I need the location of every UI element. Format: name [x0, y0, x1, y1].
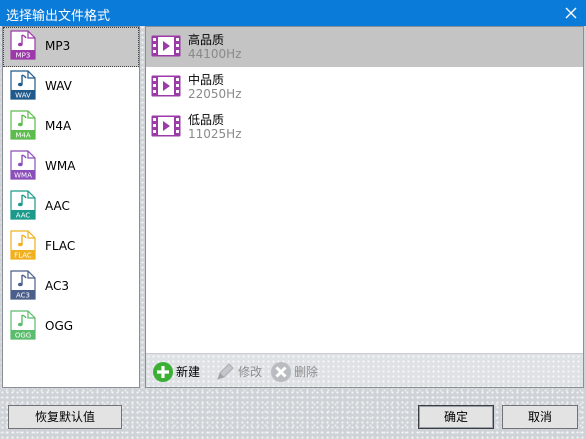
format-item-ogg[interactable]: OGG OGG [3, 307, 139, 347]
quality-name: 低品质 [188, 113, 225, 127]
sample-rate: 22050Hz [188, 87, 242, 101]
file-type-tag: WAV [15, 92, 31, 100]
format-label: M4A [45, 119, 72, 133]
file-type-tag: OGG [15, 332, 31, 340]
restore-default-button[interactable]: 恢复默认值 [8, 405, 122, 429]
audio-file-icon: OGG [10, 310, 36, 340]
delete-icon [271, 362, 291, 382]
quality-name: 中品质 [188, 73, 225, 87]
format-label: WMA [45, 159, 76, 173]
file-type-tag: M4A [15, 132, 30, 140]
format-item-ac3[interactable]: AC3 AC3 [3, 267, 139, 307]
edit-label: 修改 [238, 365, 263, 379]
new-label: 新建 [176, 365, 201, 379]
audio-file-icon: MP3 [10, 30, 36, 60]
sample-rate: 44100Hz [188, 47, 242, 61]
file-type-tag: AAC [16, 212, 31, 220]
format-label: FLAC [45, 239, 76, 253]
audio-file-icon: WAV [10, 70, 36, 100]
format-label: MP3 [45, 39, 71, 53]
format-item-m4a[interactable]: M4A M4A [3, 107, 139, 147]
file-type-tag: FLAC [14, 252, 32, 260]
close-button[interactable] [556, 0, 586, 26]
file-type-tag: WMA [14, 172, 32, 180]
format-label: WAV [45, 79, 72, 93]
format-item-mp3[interactable]: MP3 MP3 [3, 27, 139, 67]
sample-rate: 11025Hz [188, 127, 242, 141]
format-item-aac[interactable]: AAC AAC [3, 187, 139, 227]
delete-label: 删除 [294, 365, 319, 379]
file-type-tag: AC3 [16, 292, 30, 300]
edit-button[interactable]: 修改 [214, 361, 268, 381]
audio-file-icon: AAC [10, 190, 36, 220]
video-file-icon [151, 75, 181, 97]
video-file-icon [151, 35, 181, 57]
video-file-icon [151, 115, 181, 137]
quality-item[interactable]: 中品质 22050Hz [146, 67, 583, 107]
ok-button[interactable]: 确定 [418, 405, 494, 429]
pencil-icon [217, 363, 234, 380]
format-label: AAC [45, 199, 70, 213]
quality-item[interactable]: 高品质 44100Hz [146, 27, 583, 67]
quality-item[interactable]: 低品质 11025Hz [146, 107, 583, 147]
audio-file-icon: WMA [10, 150, 36, 180]
file-type-tag: MP3 [16, 52, 31, 60]
format-item-flac[interactable]: FLAC FLAC [3, 227, 139, 267]
title-bar: 选择输出文件格式 [0, 0, 586, 26]
format-item-wma[interactable]: WMA WMA [3, 147, 139, 187]
audio-file-icon: FLAC [10, 230, 36, 260]
add-icon [153, 362, 173, 382]
delete-button[interactable]: 删除 [270, 361, 324, 382]
close-icon [565, 7, 577, 19]
format-label: OGG [45, 319, 74, 333]
audio-file-icon: AC3 [10, 270, 36, 300]
format-list[interactable]: MP3 MP3 WAV WAV M4A M4A WMA WMA AAC AAC FLAC FLAC AC… [2, 26, 140, 388]
audio-file-icon: M4A [10, 110, 36, 140]
cancel-button[interactable]: 取消 [502, 405, 578, 429]
format-label: AC3 [45, 279, 70, 293]
format-item-wav[interactable]: WAV WAV [3, 67, 139, 107]
window-title: 选择输出文件格式 [6, 9, 111, 24]
new-button[interactable]: 新建 [152, 361, 206, 382]
quality-name: 高品质 [188, 33, 225, 47]
preset-toolbar: 新建 修改 删除 [146, 353, 583, 387]
quality-panel: 高品质 44100Hz 中品质 22050Hz 低品质 11025Hz 新建 修改 删除 [145, 26, 584, 388]
